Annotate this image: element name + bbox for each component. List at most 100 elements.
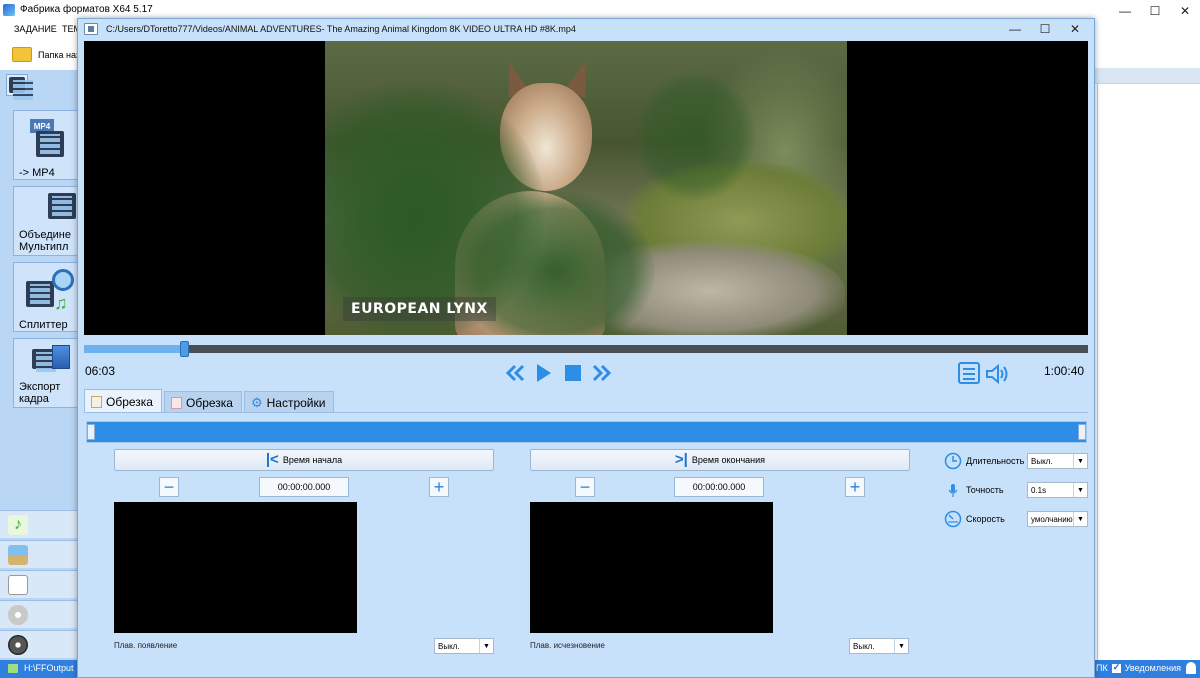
tool-export-frame-button[interactable]: Экспорт кадра [13,338,77,408]
menu-item-task[interactable]: ЗАДАНИЕ [14,24,57,34]
rewind-button[interactable] [505,361,527,385]
fade-in-label: Плав. появление [114,641,178,650]
end-decrement-button[interactable]: − [575,477,595,497]
chevron-down-icon: ▼ [1073,512,1087,526]
seek-bar-thumb[interactable] [180,341,190,357]
tab-divider [84,412,1088,413]
fade-out-label: Плав. исчезновение [530,641,605,650]
video-caption: EUROPEAN LYNX [343,297,496,321]
main-window-controls: — ☐ ✕ [1110,0,1200,22]
film-reel-icon [52,269,74,291]
player-settings-button[interactable] [958,362,980,384]
minus-icon: − [579,477,591,497]
video-viewport[interactable]: EUROPEAN LYNX [84,41,1088,335]
play-button[interactable] [534,361,554,385]
current-time: 06:03 [85,364,116,378]
seek-bar[interactable] [84,341,1088,357]
minimize-icon[interactable]: — [1110,0,1140,22]
video-category-tab[interactable] [6,74,33,100]
stop-button[interactable] [564,361,582,385]
crop-page-icon [170,396,182,409]
category-image[interactable] [0,540,78,568]
accuracy-value: 0.1s [1031,485,1047,495]
tool-splitter-button[interactable]: ♫ Сплиттер [13,262,77,332]
notifications-checkbox[interactable] [1111,662,1121,673]
maximize-icon[interactable]: ☐ [1030,19,1060,39]
accuracy-select[interactable]: 0.1s ▼ [1027,482,1088,498]
tool-label: Экспорт кадра [19,381,61,405]
tool-to-mp4-button[interactable]: MP4 -> MP4 [13,110,77,180]
film-icon [36,131,64,157]
category-rom[interactable] [0,600,78,628]
folder-icon [8,664,18,673]
set-start-time-button[interactable]: |< Время начала [114,449,494,471]
fast-forward-icon [592,364,611,382]
close-icon[interactable]: ✕ [1060,19,1090,39]
task-list-panel [1094,38,1200,660]
minus-icon: − [163,477,175,497]
speed-value: умолчанию [1031,514,1073,524]
tab-trim[interactable]: Обрезка [84,389,162,413]
tab-label: Обрезка [106,394,153,409]
dialog-titlebar: C:/Users/DToretto777/Videos/ANIMAL ADVEN… [78,19,1094,39]
music-note-icon: ♫ [54,293,68,313]
trim-end-handle[interactable] [1078,424,1086,440]
duration-label: Длительность [966,456,1025,466]
music-note-icon: ♪ [8,515,28,535]
folder-icon [12,47,32,62]
tab-settings[interactable]: ⚙ Настройки [243,391,335,413]
tool-joiner-button[interactable]: Объедине Мультипл [13,186,77,256]
rewind-icon [506,364,525,382]
bell-icon[interactable] [1186,662,1196,674]
output-path[interactable]: H:\FFOutput [24,663,74,673]
category-utilities[interactable] [0,630,78,658]
volume-button[interactable] [984,363,1010,385]
speed-select[interactable]: умолчанию ▼ [1027,511,1088,527]
seek-bar-progress [84,345,185,353]
disc-icon [8,605,28,625]
start-increment-button[interactable]: + [429,477,449,497]
chevron-down-icon: ▼ [1073,454,1087,468]
film-reel-icon [8,635,28,655]
notifications-label: Уведомления [1124,663,1181,673]
film-icon [26,281,54,307]
start-time-field[interactable]: 00:00:00.000 [259,477,349,497]
speaker-icon [986,363,1008,385]
category-audio[interactable]: ♪ [0,510,78,538]
end-time-field[interactable]: 00:00:00.000 [674,477,764,497]
output-folder-row[interactable]: Папка наз [0,40,80,68]
gear-icon: ⚙ [250,394,263,410]
tool-label: Сплиттер [19,319,68,331]
end-increment-button[interactable]: + [845,477,865,497]
end-marker-icon: >| [674,451,688,468]
minimize-icon[interactable]: — [1000,19,1030,39]
category-document[interactable] [0,570,78,598]
main-window-title: Фабрика форматов X64 5.17 [20,4,153,15]
set-end-time-label: Время окончания [691,455,766,465]
tab-crop[interactable]: Обрезка [163,391,242,413]
microphone-icon [944,481,962,499]
fade-in-select[interactable]: Выкл. ▼ [434,638,494,654]
pc-label: ПК [1096,663,1108,673]
maximize-icon[interactable]: ☐ [1140,0,1170,22]
dialog-window-controls: — ☐ ✕ [1000,19,1090,39]
trim-range-track[interactable] [86,421,1087,443]
set-end-time-button[interactable]: >| Время окончания [530,449,910,471]
tool-label: -> MP4 [19,167,55,179]
trim-dialog: C:/Users/DToretto777/Videos/ANIMAL ADVEN… [77,18,1095,678]
duration-select[interactable]: Выкл. ▼ [1027,453,1088,469]
end-frame-preview [530,502,773,633]
film-icon [32,349,56,372]
start-frame-preview [114,502,357,633]
duration-value: Выкл. [1031,456,1053,466]
video-frame: EUROPEAN LYNX [325,41,847,335]
total-time: 1:00:40 [1044,364,1085,378]
chevron-down-icon: ▼ [894,639,908,653]
fast-forward-button[interactable] [590,361,612,385]
task-list[interactable] [1097,84,1200,660]
trim-start-handle[interactable] [87,424,95,440]
accuracy-option: Точность [944,481,1004,499]
fade-out-select[interactable]: Выкл. ▼ [849,638,909,654]
close-icon[interactable]: ✕ [1170,0,1200,22]
start-decrement-button[interactable]: − [159,477,179,497]
